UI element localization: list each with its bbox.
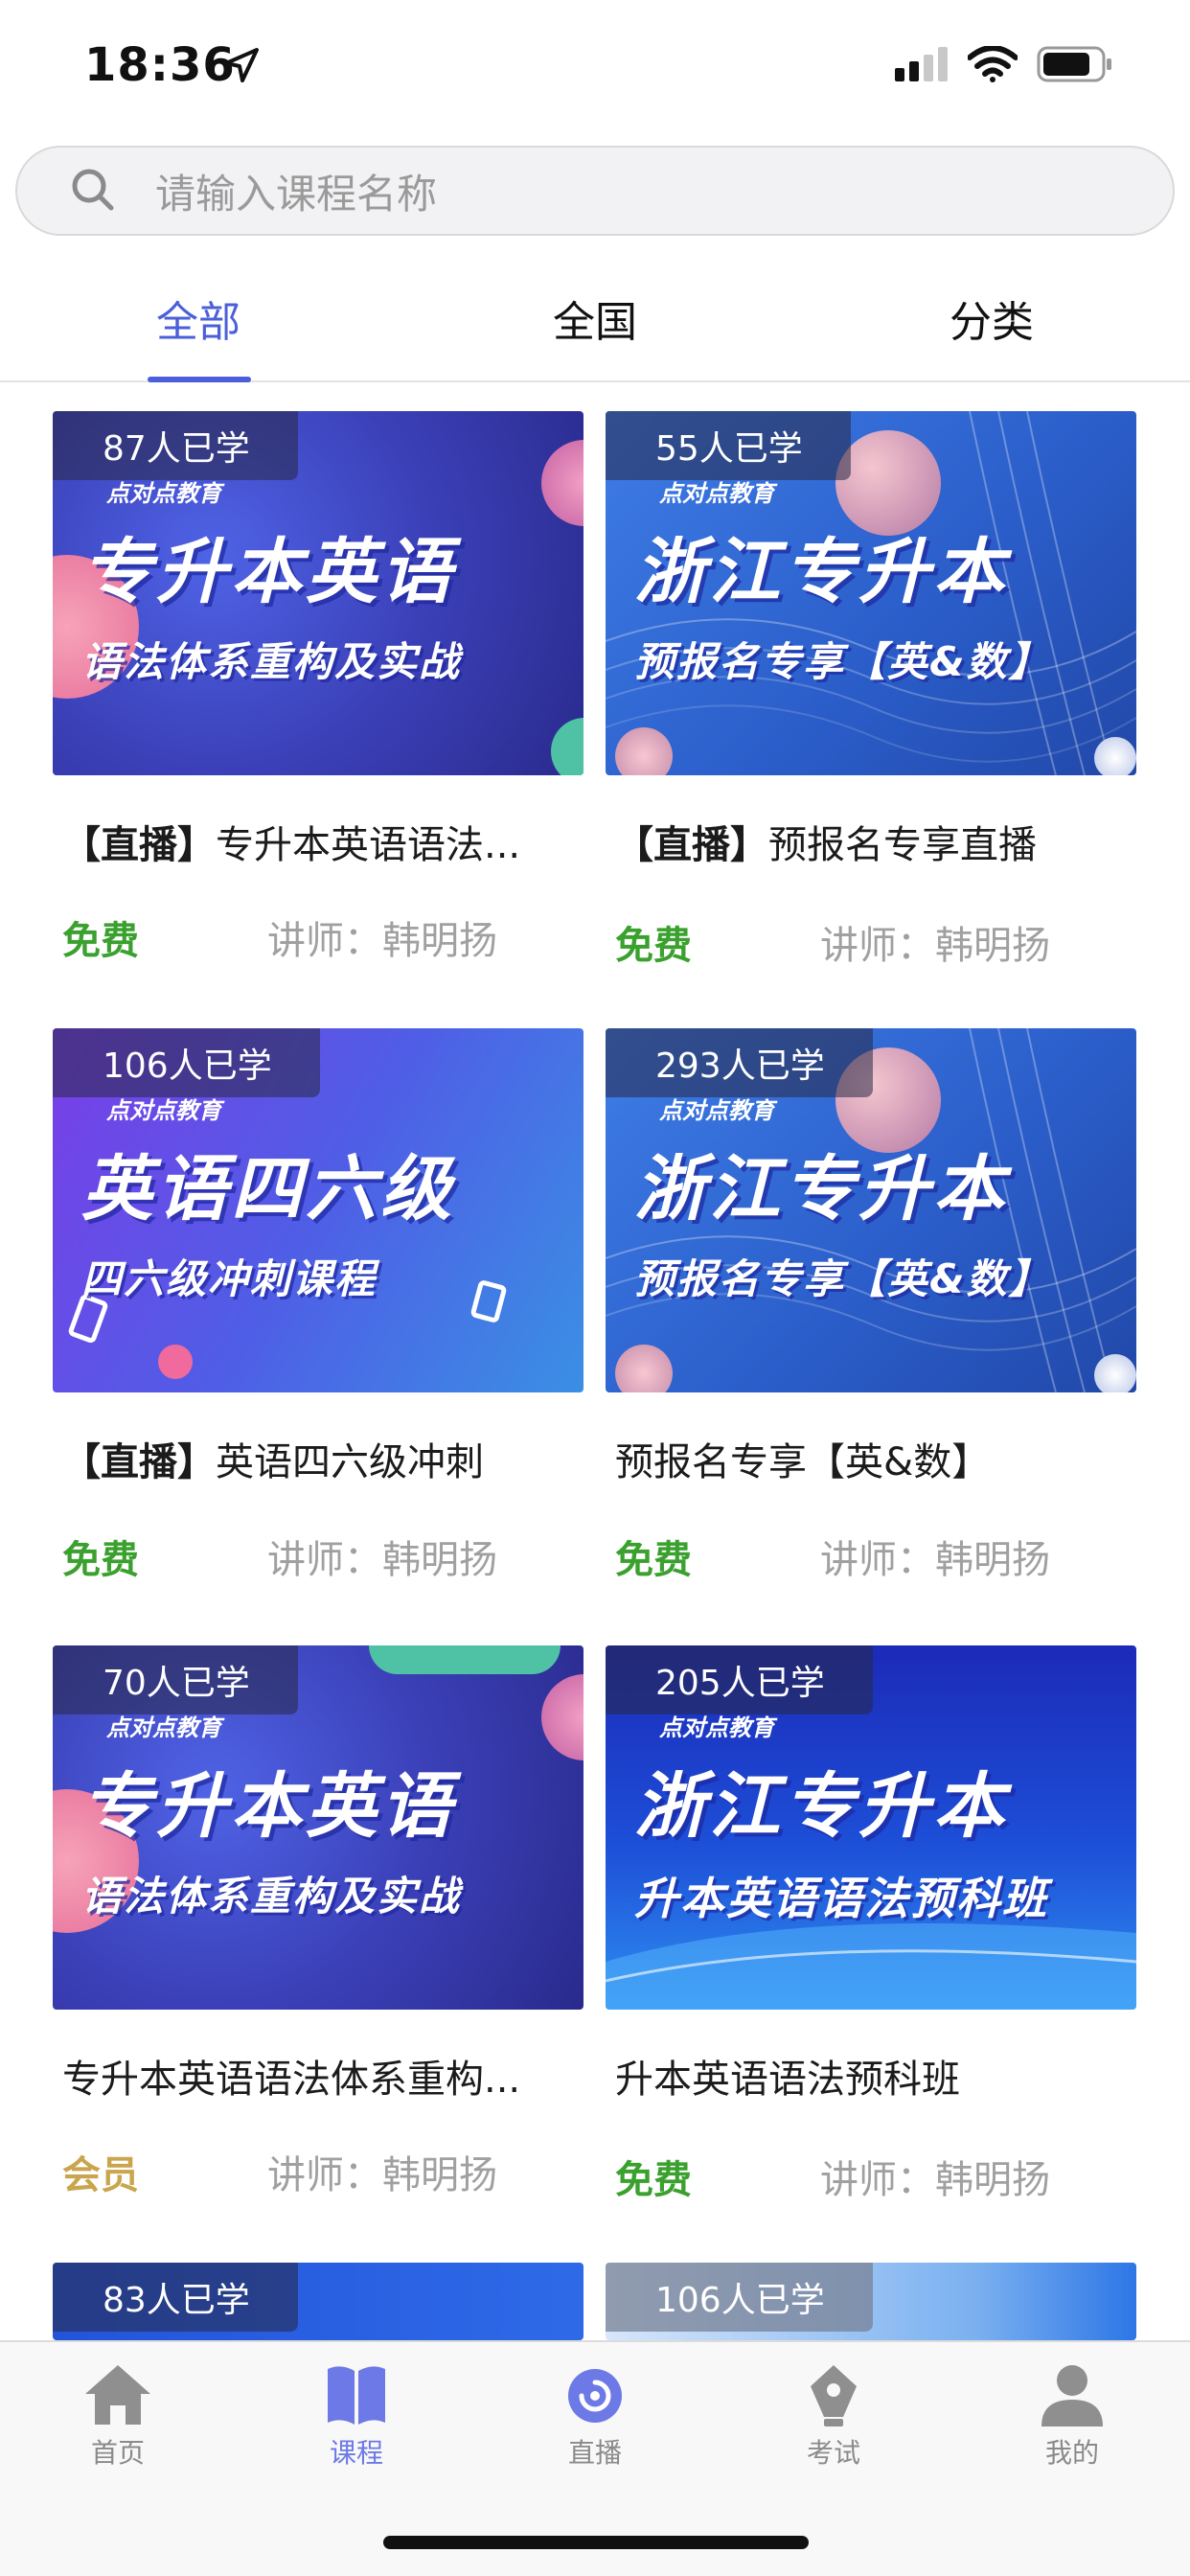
course-name: 英语四六级冲刺 <box>216 1440 484 1484</box>
active-tab-indicator <box>148 377 251 382</box>
tabbar-label: 首页 <box>90 2437 145 2469</box>
live-tag: 【直播】 <box>615 823 768 867</box>
tab-category[interactable]: 分类 <box>893 254 1090 382</box>
exam-icon <box>811 2365 857 2426</box>
cover-subtitle: 预报名专享【英&数】 <box>634 638 1051 685</box>
cover-brand: 点对点教育 <box>106 1714 221 1741</box>
tabbar-live[interactable]: 直播 <box>509 2361 681 2486</box>
price-label: 会员 <box>62 2153 139 2197</box>
cover-title: 浙江专升本 <box>634 531 1008 613</box>
learner-count-badge: 205人已学 <box>606 1645 873 1714</box>
cover-title: 专升本英语 <box>81 531 455 613</box>
tabbar-label: 我的 <box>1044 2437 1099 2469</box>
teacher-label: 讲师：韩明扬 <box>820 1538 1050 1582</box>
teacher-label: 讲师：韩明扬 <box>267 1538 497 1582</box>
cover-subtitle: 预报名专享【英&数】 <box>634 1255 1051 1302</box>
search-placeholder: 请输入课程名称 <box>155 170 438 218</box>
cover-title: 浙江专升本 <box>634 1765 1008 1848</box>
cover-brand: 点对点教育 <box>659 1097 774 1124</box>
price-label: 免费 <box>615 1538 692 1582</box>
learner-count-badge: 87人已学 <box>53 411 298 480</box>
battery-icon <box>1037 46 1111 82</box>
tabbar-label: 直播 <box>567 2437 622 2469</box>
location-arrow-icon <box>224 48 259 82</box>
live-tag: 【直播】 <box>62 823 216 867</box>
price-label: 免费 <box>615 924 692 968</box>
teacher-label: 讲师：韩明扬 <box>267 2153 497 2197</box>
course-name: 升本英语语法预科班 <box>615 2058 960 2102</box>
learner-count-badge: 106人已学 <box>53 1028 320 1097</box>
learner-count-badge: 106人已学 <box>606 2263 873 2332</box>
course-title: 【直播】专升本英语语法... <box>62 814 580 869</box>
cover-title: 专升本英语 <box>81 1765 455 1848</box>
course-title: 【直播】预报名专享直播 <box>615 814 1133 869</box>
learner-count-badge: 55人已学 <box>606 411 851 480</box>
cover-brand: 点对点教育 <box>106 1097 221 1124</box>
course-cover: 293人已学 点对点教育 浙江专升本 预报名专享【英&数】 <box>606 1028 1136 1392</box>
learner-count-badge: 83人已学 <box>53 2263 298 2332</box>
teacher-label: 讲师：韩明扬 <box>267 919 497 963</box>
learner-count-badge: 70人已学 <box>53 1645 298 1714</box>
course-name: 预报名专享直播 <box>768 823 1037 867</box>
tabbar-home[interactable]: 首页 <box>32 2361 204 2486</box>
tabbar-courses[interactable]: 课程 <box>270 2361 443 2486</box>
course-cover: 87人已学 点对点教育 专升本英语 语法体系重构及实战 <box>53 411 584 775</box>
price-label: 免费 <box>62 919 139 963</box>
teacher-label: 讲师：韩明扬 <box>820 924 1050 968</box>
tabbar-me[interactable]: 我的 <box>986 2361 1158 2486</box>
category-tabs: 全部 全国 分类 <box>0 254 1190 382</box>
course-cover: 205人已学 点对点教育 浙江专升本 升本英语语法预科班 <box>606 1645 1136 2010</box>
course-name: 专升本英语语法体系重构... <box>62 2058 521 2102</box>
course-title: 预报名专享【英&数】 <box>615 1431 1133 1486</box>
tab-all[interactable]: 全部 <box>100 254 297 382</box>
tab-national[interactable]: 全国 <box>496 254 694 382</box>
status-indicators <box>895 46 1113 82</box>
home-icon <box>85 2365 150 2425</box>
status-bar: 18:36 <box>0 0 1190 134</box>
course-cover: 83人已学 <box>53 2263 584 2340</box>
cover-subtitle: 语法体系重构及实战 <box>81 1873 462 1920</box>
book-icon <box>328 2366 385 2425</box>
course-cover: 55人已学 点对点教育 浙江专升本 预报名专享【英&数】 <box>606 411 1136 775</box>
live-tag: 【直播】 <box>62 1440 216 1484</box>
course-cover: 106人已学 点对点教育 英语四六级 四六级冲刺课程 <box>53 1028 584 1392</box>
cover-title: 浙江专升本 <box>634 1148 1008 1230</box>
course-name: 预报名专享【英&数】 <box>615 1440 991 1484</box>
live-icon <box>568 2369 622 2423</box>
search-input[interactable]: 请输入课程名称 <box>15 146 1175 236</box>
home-indicator[interactable] <box>383 2536 809 2549</box>
cover-subtitle: 升本英语语法预科班 <box>634 1873 1048 1924</box>
search-icon <box>72 169 114 211</box>
course-cover: 106人已学 <box>606 2263 1136 2340</box>
teacher-label: 讲师：韩明扬 <box>820 2158 1050 2202</box>
course-cover: 70人已学 点对点教育 专升本英语 语法体系重构及实战 <box>53 1645 584 2010</box>
user-icon <box>1041 2365 1103 2426</box>
tabbar-label: 课程 <box>329 2437 383 2469</box>
learner-count-badge: 293人已学 <box>606 1028 873 1097</box>
wifi-icon <box>968 46 1018 82</box>
status-time: 18:36 <box>84 38 236 92</box>
cellular-signal-icon <box>895 47 948 81</box>
price-label: 免费 <box>62 1538 139 1582</box>
cover-subtitle: 四六级冲刺课程 <box>81 1255 378 1302</box>
course-title: 专升本英语语法体系重构... <box>62 2048 580 2104</box>
price-label: 免费 <box>615 2158 692 2202</box>
course-name: 专升本英语语法... <box>216 823 521 867</box>
cover-brand: 点对点教育 <box>659 480 774 507</box>
cover-brand: 点对点教育 <box>106 480 221 507</box>
tabbar-label: 考试 <box>806 2437 860 2469</box>
cover-title: 英语四六级 <box>81 1148 455 1230</box>
course-title: 升本英语语法预科班 <box>615 2048 1133 2104</box>
cover-subtitle: 语法体系重构及实战 <box>81 638 462 685</box>
course-title: 【直播】英语四六级冲刺 <box>62 1431 580 1486</box>
tabbar-exam[interactable]: 考试 <box>747 2361 920 2486</box>
cover-brand: 点对点教育 <box>659 1714 774 1741</box>
